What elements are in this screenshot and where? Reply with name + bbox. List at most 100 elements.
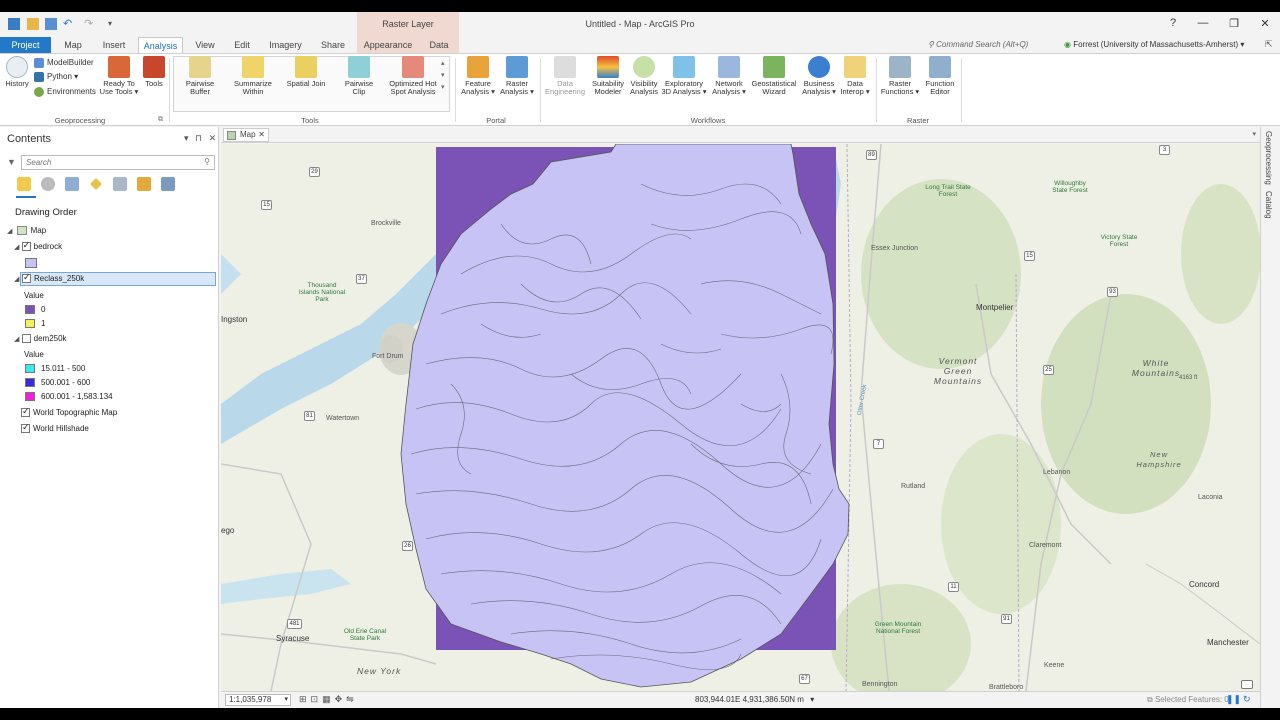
map-canvas[interactable]: Brockville Ingston Watertown Syracuse Mo… (221, 144, 1260, 691)
tab-imagery[interactable]: Imagery (263, 37, 308, 53)
collapse-icon[interactable]: ◢ (7, 228, 12, 235)
command-search-input[interactable]: ⚲ Command Search (Alt+Q) (928, 38, 1058, 52)
tab-map[interactable]: Map (56, 37, 90, 53)
help-button[interactable]: ? (1163, 17, 1183, 29)
ribbon-collapse-icon[interactable]: ⇱ (1265, 39, 1273, 50)
layer-visibility-checkbox[interactable] (21, 406, 30, 418)
tab-catalog[interactable]: Catalog (1264, 191, 1273, 219)
filter-icon[interactable]: ▼ (7, 157, 16, 167)
close-pane-icon[interactable]: ✕ (209, 133, 217, 143)
list-by-perspective-icon[interactable] (161, 177, 176, 191)
pin-icon[interactable]: ⊓ (195, 133, 202, 143)
contents-search-input[interactable]: Search ⚲ (21, 155, 215, 170)
bedrock-symbol[interactable] (25, 258, 43, 268)
layer-dem250k[interactable]: ◢ dem250k (14, 334, 67, 344)
tab-share[interactable]: Share (314, 37, 352, 53)
dialog-launcher-icon[interactable]: ⧉ (158, 116, 163, 124)
pairwise-clip-button[interactable]: Pairwise Clip (338, 56, 380, 96)
map-icon (16, 226, 27, 236)
list-by-snapping-icon[interactable] (113, 177, 128, 191)
collapse-icon[interactable]: ◢ (14, 244, 19, 251)
close-tab-icon[interactable]: ✕ (258, 129, 265, 141)
list-by-source-icon[interactable] (41, 177, 56, 191)
raster-functions-button[interactable]: Raster Functions ▾ (879, 56, 921, 96)
function-editor-button[interactable]: Function Editor (922, 56, 958, 96)
tab-edit[interactable]: Edit (227, 37, 257, 53)
geostatistical-wizard-button[interactable]: Geostatistical Wizard (750, 56, 798, 96)
tab-geoprocessing[interactable]: Geoprocessing (1264, 131, 1273, 185)
layer-visibility-checkbox[interactable] (21, 240, 31, 252)
chevron-down-icon[interactable]: ▾ (810, 695, 814, 704)
map-node[interactable]: ◢ Map (7, 226, 47, 236)
visibility-analysis-button[interactable]: Visibility Analysis (627, 56, 661, 96)
user-account[interactable]: ◉ Forrest (University of Massachusetts-A… (1064, 38, 1244, 52)
map-node-label: Map (30, 226, 47, 235)
tab-insert[interactable]: Insert (96, 37, 132, 53)
tab-project[interactable]: Project (0, 37, 51, 53)
maximize-button[interactable]: ❐ (1224, 17, 1244, 30)
summarize-within-button[interactable]: Summarize Within (230, 56, 276, 96)
attribution-icon[interactable] (1241, 680, 1253, 689)
pairwise-buffer-button[interactable]: Pairwise Buffer (178, 56, 222, 96)
layer-world-topographic-map[interactable]: World Topographic Map (21, 406, 117, 418)
context-tab-title: Raster Layer (382, 19, 434, 29)
raster-analysis-button[interactable]: Raster Analysis ▾ (498, 56, 536, 96)
redo-icon[interactable]: ↷ (84, 18, 96, 30)
business-analysis-button[interactable]: Business Analysis ▾ (800, 56, 838, 96)
search-icon[interactable]: ⚲ (204, 157, 210, 166)
pause-drawing-icon[interactable]: ❚❚ (1226, 694, 1241, 705)
collapse-icon[interactable]: ◢ (14, 336, 19, 343)
ready-to-use-tools-button[interactable]: Ready To Use Tools ▾ (99, 56, 139, 96)
pane-menu-icon[interactable]: ▾ (184, 133, 189, 143)
chevron-down-icon[interactable]: ▾ (284, 695, 288, 705)
refresh-icon[interactable]: ↻ (1243, 694, 1251, 705)
title-bar: ↶ ↷ ▾ Raster Layer Untitled - Map - ArcG… (0, 12, 1280, 37)
layer-visibility-checkbox[interactable] (21, 422, 30, 434)
view-list-dropdown-icon[interactable]: ▾ (1252, 130, 1256, 138)
collapse-icon[interactable]: ◢ (14, 275, 19, 283)
environments-button[interactable]: Environments (34, 87, 96, 97)
close-button[interactable]: ✕ (1255, 17, 1275, 30)
gallery-scroll-icon[interactable]: ▴ ▾ ▾ (441, 58, 445, 94)
data-engineering-button[interactable]: Data Engineering (543, 56, 587, 96)
tab-appearance[interactable]: Appearance (357, 37, 419, 53)
list-by-editing-icon[interactable] (90, 178, 103, 190)
list-by-labeling-icon[interactable] (137, 177, 152, 191)
suitability-modeler-label: Suitability Modeler (591, 79, 625, 96)
layer-visibility-checkbox[interactable] (21, 334, 31, 344)
map-view-tab[interactable]: Map ✕ (223, 128, 269, 142)
exploratory-3d-button[interactable]: Exploratory 3D Analysis ▾ (660, 56, 708, 96)
full-extent-icon[interactable]: ⊡ (311, 694, 323, 704)
navigation-tools: ⊞⊡▦✥⇋ (299, 694, 358, 705)
suitability-modeler-button[interactable]: Suitability Modeler (589, 56, 627, 96)
python-button[interactable]: Python ▾ (34, 72, 78, 82)
spatial-join-button[interactable]: Spatial Join (286, 56, 326, 88)
list-by-drawing-order-icon[interactable] (17, 177, 31, 191)
history-button[interactable]: History (4, 56, 30, 88)
network-analysis-button[interactable]: Network Analysis ▾ (710, 56, 748, 96)
list-by-selection-icon[interactable] (65, 177, 80, 191)
selected-features-value: Selected Features: 0 (1154, 695, 1229, 704)
tools-button[interactable]: Tools (141, 56, 167, 88)
rotate-icon[interactable]: ⇋ (346, 694, 358, 704)
fixed-zoom-icon[interactable]: ⊞ (299, 694, 311, 704)
tab-data[interactable]: Data (419, 37, 459, 53)
layer-bedrock[interactable]: ◢ bedrock (14, 240, 62, 252)
tab-view[interactable]: View (189, 37, 221, 53)
layer-visibility-checkbox[interactable] (22, 272, 31, 284)
pan-icon[interactable]: ✥ (335, 694, 347, 704)
tab-analysis[interactable]: Analysis (138, 37, 183, 53)
open-project-icon[interactable] (27, 18, 39, 30)
feature-analysis-button[interactable]: Feature Analysis ▾ (460, 56, 496, 96)
undo-icon[interactable]: ↶ (63, 18, 75, 30)
scale-selector[interactable]: 1:1,035,978 ▾ (225, 694, 291, 706)
layer-reclass-250k[interactable]: Reclass_250k (20, 272, 216, 286)
save-icon[interactable] (45, 18, 57, 30)
data-interop-button[interactable]: Data Interop ▾ (838, 56, 872, 96)
minimize-button[interactable]: — (1193, 17, 1213, 29)
quick-access-dropdown-icon[interactable]: ▾ (108, 18, 120, 30)
grid-icon[interactable]: ▦ (322, 694, 335, 704)
layer-world-hillshade[interactable]: World Hillshade (21, 422, 89, 434)
modelbuilder-button[interactable]: ModelBuilder (34, 58, 94, 68)
optimized-hot-spot-button[interactable]: Optimized Hot Spot Analysis (386, 56, 440, 96)
